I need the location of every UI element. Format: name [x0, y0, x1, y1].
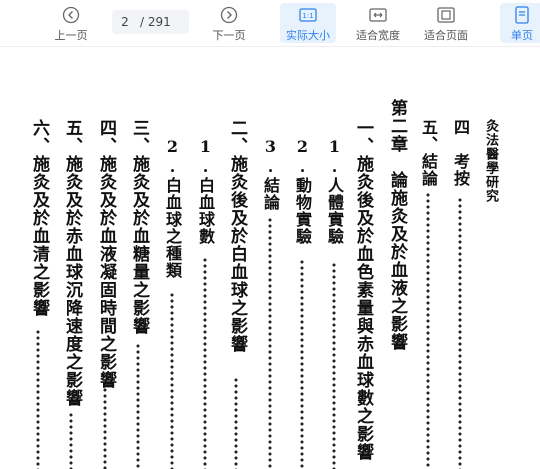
chevron-right-icon: [220, 6, 238, 24]
single-page-icon: [513, 6, 531, 24]
fit-page-button[interactable]: 适合页面: [418, 3, 474, 43]
page-total: / 291: [140, 15, 171, 29]
fit-page-label: 适合页面: [424, 29, 468, 42]
next-page-button[interactable]: 下一页: [206, 3, 252, 43]
toc-line-11: 三、施灸及於血糖量之影響: [129, 119, 149, 335]
toc-line-14: 六、施灸及於血清之影響: [29, 119, 49, 317]
single-page-button[interactable]: 单页: [500, 3, 540, 43]
fit-width-button[interactable]: 适合宽度: [350, 3, 406, 43]
toc-line-2: 五、結論: [419, 119, 438, 187]
toc-leader-2: [426, 192, 430, 469]
toc-line-5: 1.人體實驗: [325, 137, 344, 245]
prev-page-button[interactable]: 上一页: [48, 3, 94, 43]
toc-line-7: 3.結論: [261, 137, 280, 211]
toc-line-8: 二、施灸後及於白血球之影響: [227, 119, 247, 353]
toc-leader-1: [458, 197, 462, 469]
toc-line-10: 2.白血球之種類: [163, 137, 182, 279]
toc-line-3: 第二章 論施灸及於血液之影響: [387, 99, 407, 351]
toc-leader-12: [103, 387, 107, 469]
document-page: 灸法醫學研究 四 考按 五、結論 第二章 論施灸及於血液之影響 一、施灸後及於血…: [0, 47, 540, 469]
toc-line-13: 五、施灸及於赤血球沉降速度之影響: [62, 119, 82, 407]
toc-leader-10: [170, 292, 174, 469]
toc-leader-11: [136, 343, 140, 469]
page-indicator: 2 / 291: [112, 10, 189, 34]
toc-line-1: 四 考按: [451, 119, 470, 187]
page-header: 灸法醫學研究: [483, 119, 498, 203]
actual-size-icon: 1:1: [299, 6, 317, 24]
toc-line-6: 2.動物實驗: [293, 137, 312, 245]
toc-line-9: 1.白血球數: [196, 137, 215, 245]
toc-leader-13: [69, 412, 73, 469]
prev-page-label: 上一页: [54, 29, 88, 42]
toc-leader-5: [332, 262, 336, 469]
toc-line-4: 一、施灸後及於血色素量與赤血球數之影響: [353, 119, 373, 461]
svg-text:1:1: 1:1: [302, 12, 313, 20]
toc-leader-9: [203, 257, 207, 469]
viewer-toolbar: 上一页 2 / 291 下一页 1:1 实际大小 适合宽度 适合页面 单页: [0, 0, 540, 47]
actual-size-button[interactable]: 1:1 实际大小: [280, 3, 336, 43]
toc-leader-6: [300, 259, 304, 469]
toc-line-12: 四、施灸及於血液凝固時間之影響: [96, 119, 116, 389]
fit-width-icon: [369, 6, 387, 24]
page-number-input[interactable]: 2: [112, 15, 138, 29]
toc-leader-8: [234, 377, 238, 469]
next-page-label: 下一页: [212, 29, 246, 42]
toc-leader-14: [36, 329, 40, 469]
toc-leader-7: [268, 217, 272, 469]
fit-width-label: 适合宽度: [356, 29, 400, 42]
actual-size-label: 实际大小: [286, 29, 330, 42]
chevron-left-icon: [62, 6, 80, 24]
fit-page-icon: [437, 6, 455, 24]
single-page-label: 单页: [511, 29, 533, 42]
